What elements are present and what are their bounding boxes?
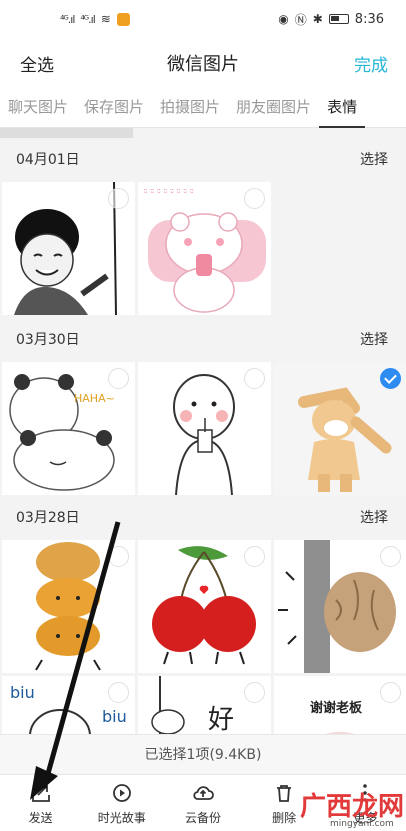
section-header: 03月30日 选择	[0, 318, 406, 360]
tab-chat-images[interactable]: 聊天图片	[0, 88, 76, 128]
sticker-thumbnail[interactable]	[2, 540, 135, 673]
select-checkbox[interactable]	[244, 188, 265, 209]
send-button[interactable]: 发送	[1, 781, 81, 826]
section-header: 04月01日 选择	[0, 138, 406, 180]
sticker-thumbnail[interactable]: 好	[138, 676, 271, 734]
app-notification-icon	[116, 12, 130, 26]
header: 全选 微信图片 完成	[0, 38, 406, 88]
section-date: 04月01日	[16, 152, 80, 168]
story-icon	[112, 783, 131, 802]
signal-icon: ⁴ᴳ.ıl	[60, 12, 75, 26]
cloud-backup-button[interactable]: 云备份	[163, 781, 243, 826]
section-header: 03月28日 选择	[0, 496, 406, 538]
section-select-button[interactable]: 选择	[360, 507, 388, 527]
select-checkbox[interactable]	[380, 682, 401, 703]
previous-thumbnail-edge	[0, 128, 133, 138]
select-checkbox[interactable]	[244, 368, 265, 389]
nfc-icon: Ⓝ	[294, 12, 307, 27]
sticker-thumbnail[interactable]	[138, 362, 271, 495]
status-bar: ⁴ᴳ.ıl ⁴ᴳ.ıl ≋ ◉ Ⓝ ✱ 8:36	[0, 0, 406, 38]
thanks-text: 谢谢老板	[310, 700, 363, 716]
tab-saved-images[interactable]: 保存图片	[76, 88, 152, 128]
story-button[interactable]: 时光故事	[82, 781, 162, 826]
tab-moments-images[interactable]: 朋友圈图片	[228, 88, 319, 128]
page-title: 微信图片	[167, 54, 239, 75]
select-checkbox[interactable]	[108, 546, 129, 567]
section-select-button[interactable]: 选择	[360, 329, 388, 349]
select-checkbox-checked[interactable]	[380, 368, 401, 389]
image-grid: 04月01日 选择 ᵕ̈ ᵕ̈ ᵕ̈ ᵕ̈ ᵕ̈ ᵕ̈ ᵕ̈ ᵕ̈ 03月30日…	[0, 128, 406, 734]
svg-text:ᵕ̈ ᵕ̈ ᵕ̈ ᵕ̈ ᵕ̈ ᵕ̈ ᵕ̈ ᵕ̈: ᵕ̈ ᵕ̈ ᵕ̈ ᵕ̈ ᵕ̈ ᵕ̈ ᵕ̈ ᵕ̈	[144, 189, 194, 199]
select-checkbox[interactable]	[244, 546, 265, 567]
hao-text: 好	[208, 705, 234, 734]
wifi-icon: ≋	[100, 12, 111, 26]
send-label: 发送	[28, 810, 53, 825]
cloud-upload-icon	[193, 785, 214, 800]
select-checkbox[interactable]	[380, 546, 401, 567]
biu-text-2: biu	[102, 707, 127, 726]
sticker-thumbnail[interactable]: ᵕ̈ ᵕ̈ ᵕ̈ ᵕ̈ ᵕ̈ ᵕ̈ ᵕ̈ ᵕ̈	[138, 182, 271, 315]
gallery-screen: ⁴ᴳ.ıl ⁴ᴳ.ıl ≋ ◉ Ⓝ ✱ 8:36 全选 微信图片 完成 聊天图片…	[0, 0, 406, 831]
bluetooth-icon: ✱	[312, 12, 323, 26]
send-icon	[31, 784, 50, 802]
battery-icon	[328, 14, 349, 24]
sticker-thumbnail[interactable]	[274, 362, 406, 495]
delete-icon	[277, 784, 292, 802]
clock: 8:36	[354, 11, 384, 27]
select-checkbox[interactable]	[108, 682, 129, 703]
sticker-thumbnail[interactable]	[2, 182, 135, 315]
tab-camera-images[interactable]: 拍摄图片	[152, 88, 228, 128]
sticker-thumbnail[interactable]	[274, 540, 406, 673]
biu-text: biu	[10, 683, 35, 702]
select-checkbox[interactable]	[244, 682, 265, 703]
done-button[interactable]: 完成	[354, 51, 388, 76]
sticker-thumbnail[interactable]: HAHA~	[2, 362, 135, 495]
delete-label: 删除	[272, 810, 297, 825]
section-date: 03月30日	[16, 332, 80, 348]
sticker-thumbnail[interactable]: biu biu	[2, 676, 135, 734]
select-checkbox[interactable]	[108, 188, 129, 209]
select-all-button[interactable]: 全选	[20, 51, 54, 76]
section-select-button[interactable]: 选择	[360, 149, 388, 169]
story-label: 时光故事	[97, 810, 146, 825]
watermark-url: mingyanl.com	[330, 819, 394, 829]
selection-summary: 已选择1项(9.4KB)	[0, 734, 406, 774]
watermark-logo: 广西龙网	[300, 792, 405, 822]
signal-icon-2: ⁴ᴳ.ıl	[80, 12, 95, 26]
cloud-backup-label: 云备份	[184, 810, 221, 825]
sticker-thumbnail[interactable]: 谢谢老板	[274, 676, 406, 734]
sticker-thumbnail[interactable]	[138, 540, 271, 673]
section-date: 03月28日	[16, 510, 80, 526]
eye-icon: ◉	[278, 12, 289, 26]
category-tabs: 聊天图片 保存图片 拍摄图片 朋友圈图片 表情	[0, 88, 406, 128]
haha-text: HAHA~	[74, 392, 115, 405]
select-checkbox[interactable]	[108, 368, 129, 389]
tab-stickers[interactable]: 表情	[319, 88, 366, 128]
